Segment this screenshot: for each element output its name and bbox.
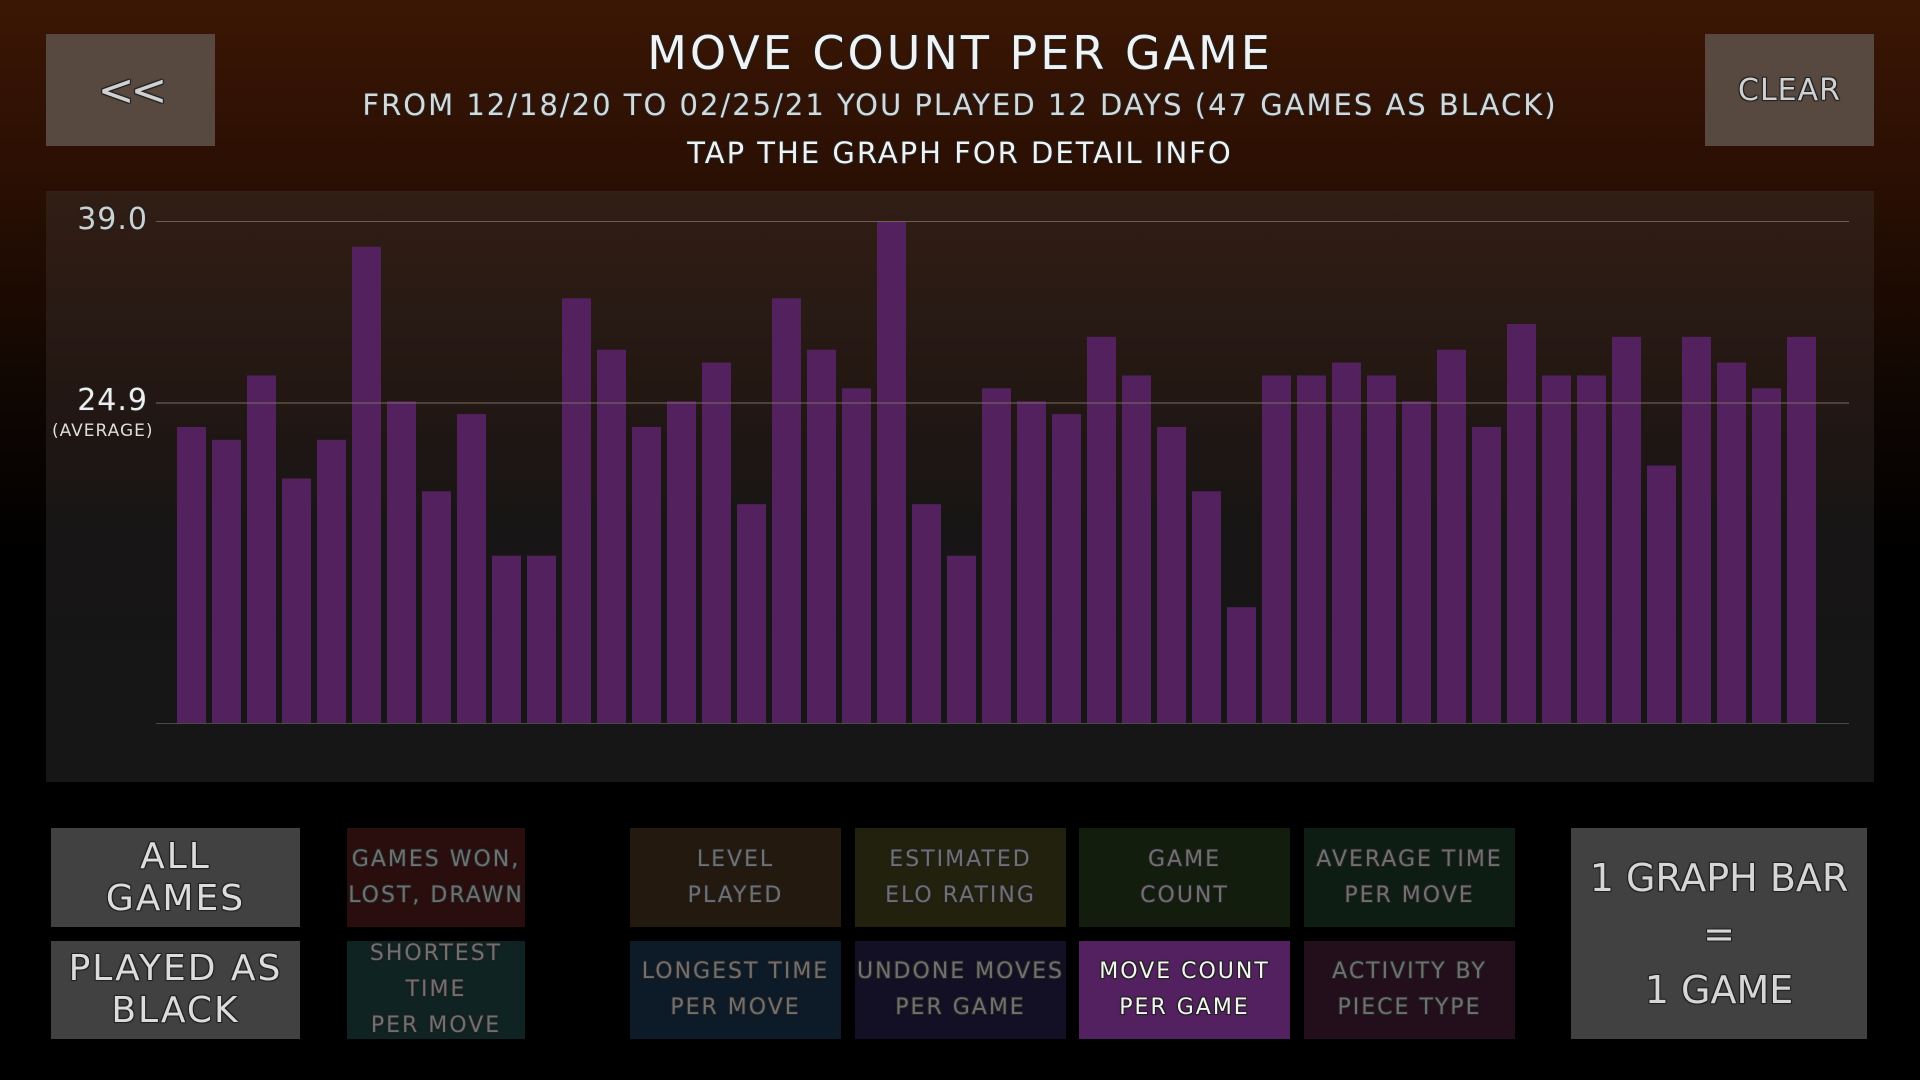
all-games-line2: GAMES (105, 877, 246, 919)
bar-game-46[interactable] (1752, 388, 1781, 723)
bar-game-10[interactable] (492, 555, 521, 723)
bar-game-19[interactable] (807, 349, 836, 723)
metric-button-game-count[interactable]: GAME COUNT (1079, 828, 1290, 927)
bar-game-41[interactable] (1577, 375, 1606, 723)
bar-game-29[interactable] (1157, 426, 1186, 723)
played-as-line1: PLAYED AS (68, 948, 283, 989)
metric-button-activity-by-piece-type[interactable]: ACTIVITY BY PIECE TYPE (1304, 941, 1515, 1039)
metric-button-label: GAME (1148, 846, 1221, 872)
bar-game-16[interactable] (702, 362, 731, 723)
bar-game-17[interactable] (737, 504, 766, 723)
bar-game-3[interactable] (247, 375, 276, 723)
metric-button-label: AVERAGE TIME (1316, 846, 1503, 872)
all-games-line1: ALL (140, 835, 211, 877)
bar-game-23[interactable] (947, 555, 976, 723)
metric-button-label: PER MOVE (670, 995, 801, 1020)
metric-button-label: PER GAME (1119, 995, 1250, 1020)
bar-game-28[interactable] (1122, 375, 1151, 723)
bar-game-26[interactable] (1052, 414, 1081, 723)
metric-button-label: ELO RATING (885, 882, 1036, 908)
metric-button-level-played[interactable]: LEVEL PLAYED (630, 828, 841, 927)
bar-game-12[interactable] (562, 298, 591, 723)
metric-button-average-time-per-move[interactable]: AVERAGE TIME PER MOVE (1304, 828, 1515, 927)
bar-game-25[interactable] (1017, 401, 1046, 723)
bar-game-18[interactable] (772, 298, 801, 723)
clear-button[interactable]: CLEAR (1705, 34, 1874, 146)
metric-button-games-won-lost-drawn[interactable]: GAMES WON, LOST, DRAWN (347, 828, 525, 927)
metric-button-label: PLAYED (687, 882, 784, 908)
tap-hint: TAP THE GRAPH FOR DETAIL INFO (687, 136, 1233, 170)
bar-legend: 1 GRAPH BAR = 1 GAME (1571, 828, 1867, 1039)
metric-button-label: LOST, DRAWN (348, 882, 524, 908)
bar-game-34[interactable] (1332, 362, 1361, 723)
bar-game-36[interactable] (1402, 401, 1431, 723)
bar-game-33[interactable] (1297, 375, 1326, 723)
metric-button-label: LEVEL (696, 846, 775, 872)
bar-game-40[interactable] (1542, 375, 1571, 723)
bar-game-22[interactable] (912, 504, 941, 723)
bar-game-15[interactable] (667, 401, 696, 723)
bar-game-13[interactable] (597, 349, 626, 723)
bar-game-39[interactable] (1507, 323, 1536, 723)
bar-game-42[interactable] (1612, 336, 1641, 723)
bar-game-32[interactable] (1262, 375, 1291, 723)
bar-game-47[interactable] (1787, 336, 1816, 723)
metric-button-label: ACTIVITY BY (1332, 959, 1487, 984)
date-range-summary: FROM 12/18/20 TO 02/25/21 YOU PLAYED 12 … (362, 88, 1558, 122)
played-as-black-filter-button[interactable]: PLAYED AS BLACK (51, 941, 300, 1039)
y-max-label: 39.0 (77, 202, 148, 237)
bar-game-11[interactable] (527, 555, 556, 723)
bar-chart[interactable] (46, 191, 1874, 782)
bar-game-14[interactable] (632, 426, 661, 723)
bar-game-8[interactable] (422, 491, 451, 723)
metric-button-label: PER MOVE (370, 1013, 502, 1038)
bar-game-4[interactable] (282, 478, 311, 723)
bar-game-20[interactable] (842, 388, 871, 723)
chart-panel[interactable]: 39.0 24.9 (AVERAGE) (46, 191, 1874, 782)
bar-game-45[interactable] (1717, 362, 1746, 723)
metric-button-label: MOVE COUNT (1099, 959, 1270, 984)
y-average-label: 24.9 (77, 383, 148, 419)
metric-button-move-count-per-game[interactable]: MOVE COUNT PER GAME (1079, 941, 1290, 1039)
metric-button-estimated-elo-rating[interactable]: ESTIMATED ELO RATING (855, 828, 1066, 927)
bar-game-5[interactable] (317, 439, 346, 723)
bar-game-9[interactable] (457, 414, 486, 723)
metric-button-undone-moves-per-game[interactable]: UNDONE MOVES PER GAME (855, 941, 1066, 1039)
bar-game-30[interactable] (1192, 491, 1221, 723)
bar-game-43[interactable] (1647, 465, 1676, 723)
bar-game-6[interactable] (352, 246, 381, 723)
all-games-filter-button[interactable]: ALL GAMES (51, 828, 300, 927)
clear-button-label: CLEAR (1738, 72, 1841, 108)
metric-button-label: PER MOVE (1344, 882, 1475, 908)
bar-game-24[interactable] (982, 388, 1011, 723)
bar-game-35[interactable] (1367, 375, 1396, 723)
legend-line1: 1 GRAPH BAR (1589, 855, 1849, 900)
bar-game-2[interactable] (212, 439, 241, 723)
metric-button-label: PIECE TYPE (1337, 995, 1482, 1020)
legend-equals: = (1703, 911, 1735, 956)
bar-game-27[interactable] (1087, 336, 1116, 723)
bar-game-44[interactable] (1682, 336, 1711, 723)
metric-button-label: ESTIMATED (889, 846, 1032, 872)
page-title: MOVE COUNT PER GAME (647, 26, 1273, 80)
legend-line3: 1 GAME (1644, 967, 1794, 1012)
bar-game-31[interactable] (1227, 607, 1256, 723)
metric-button-label: PER GAME (895, 995, 1026, 1020)
metric-button-label: SHORTEST TIME (369, 941, 503, 1002)
bar-game-38[interactable] (1472, 426, 1501, 723)
bar-game-21[interactable] (877, 221, 906, 723)
metric-button-shortest-time-per-move[interactable]: SHORTEST TIME PER MOVE (347, 941, 525, 1039)
played-as-line2: BLACK (111, 990, 240, 1031)
metric-button-label: GAMES WON, (351, 846, 521, 872)
metric-button-longest-time-per-move[interactable]: LONGEST TIME PER MOVE (630, 941, 841, 1039)
bar-game-37[interactable] (1437, 349, 1466, 723)
metric-button-label: COUNT (1140, 882, 1229, 908)
bar-game-1[interactable] (177, 426, 206, 723)
metric-button-label: LONGEST TIME (641, 959, 830, 984)
metric-button-label: UNDONE MOVES (857, 959, 1064, 984)
y-average-sublabel: (AVERAGE) (52, 421, 154, 442)
bar-game-7[interactable] (387, 401, 416, 723)
